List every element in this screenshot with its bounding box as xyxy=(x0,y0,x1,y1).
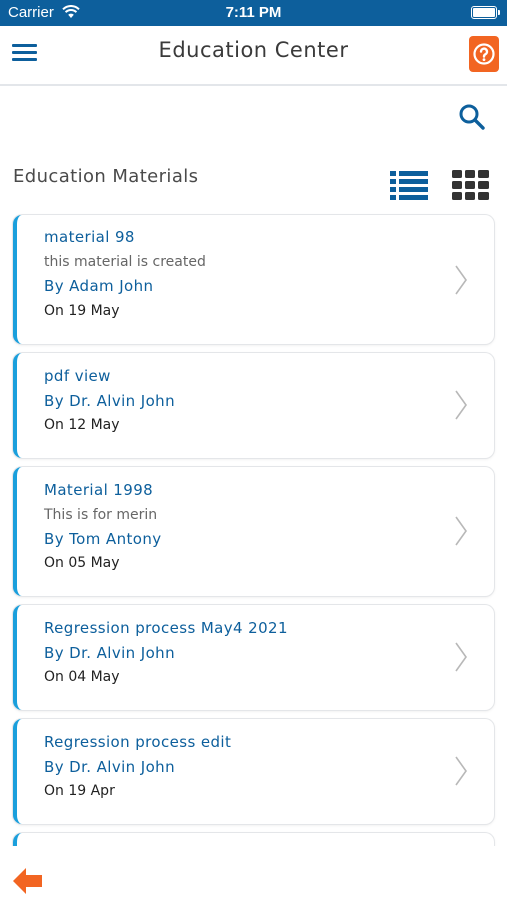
chevron-right-icon xyxy=(455,390,467,420)
list-view-button[interactable] xyxy=(390,170,428,200)
material-author: By Dr. Alvin John xyxy=(44,644,175,662)
list-view-icon xyxy=(390,171,428,200)
search-icon xyxy=(459,104,485,130)
material-date: On 19 May xyxy=(44,303,120,319)
back-arrow-icon xyxy=(13,868,42,894)
chevron-right-icon xyxy=(455,265,467,295)
material-card[interactable]: Regression process edit By Dr. Alvin Joh… xyxy=(13,719,494,824)
page-title: Education Center xyxy=(158,38,349,62)
material-title: Material 1998 xyxy=(44,481,154,499)
material-author: By Dr. Alvin John xyxy=(44,392,175,410)
status-time: 7:11 PM xyxy=(225,4,282,21)
material-author: By Dr. Alvin John xyxy=(44,758,175,776)
chevron-right-icon xyxy=(455,642,467,672)
material-date: On 05 May xyxy=(44,555,120,571)
material-description: This is for merin xyxy=(44,507,158,523)
material-title: Regression process edit xyxy=(44,733,232,751)
section-title: Education Materials xyxy=(13,166,199,187)
hamburger-menu-icon[interactable] xyxy=(12,42,38,66)
chevron-right-icon xyxy=(455,516,467,546)
status-bar: Carrier 7:11 PM xyxy=(0,0,507,26)
material-title: Regression process May4 2021 xyxy=(44,619,288,637)
material-card[interactable] xyxy=(13,833,494,846)
material-card[interactable]: Regression process May4 2021 By Dr. Alvi… xyxy=(13,605,494,710)
search-button[interactable] xyxy=(456,101,488,133)
battery-icon xyxy=(471,6,500,19)
material-author: By Adam John xyxy=(44,277,154,295)
material-card[interactable]: Material 1998 This is for merin By Tom A… xyxy=(13,467,494,596)
grid-view-icon xyxy=(452,170,489,200)
question-mark-icon xyxy=(473,43,495,65)
material-date: On 19 Apr xyxy=(44,783,115,799)
chevron-right-icon xyxy=(455,756,467,786)
material-date: On 04 May xyxy=(44,669,120,685)
material-card[interactable]: material 98 this material is created By … xyxy=(13,215,494,344)
material-author: By Tom Antony xyxy=(44,530,162,548)
materials-list[interactable]: material 98 this material is created By … xyxy=(0,210,507,846)
grid-view-button[interactable] xyxy=(452,170,489,200)
material-card[interactable]: pdf view By Dr. Alvin John On 12 May xyxy=(13,353,494,458)
material-date: On 12 May xyxy=(44,417,120,433)
help-button[interactable] xyxy=(469,36,499,72)
material-title: pdf view xyxy=(44,367,111,385)
material-description: this material is created xyxy=(44,254,206,270)
material-title: material 98 xyxy=(44,228,135,246)
education-center-screen: Carrier 7:11 PM Education Center Educati… xyxy=(0,0,507,900)
back-button[interactable] xyxy=(13,868,43,894)
app-header: Education Center xyxy=(0,26,507,86)
